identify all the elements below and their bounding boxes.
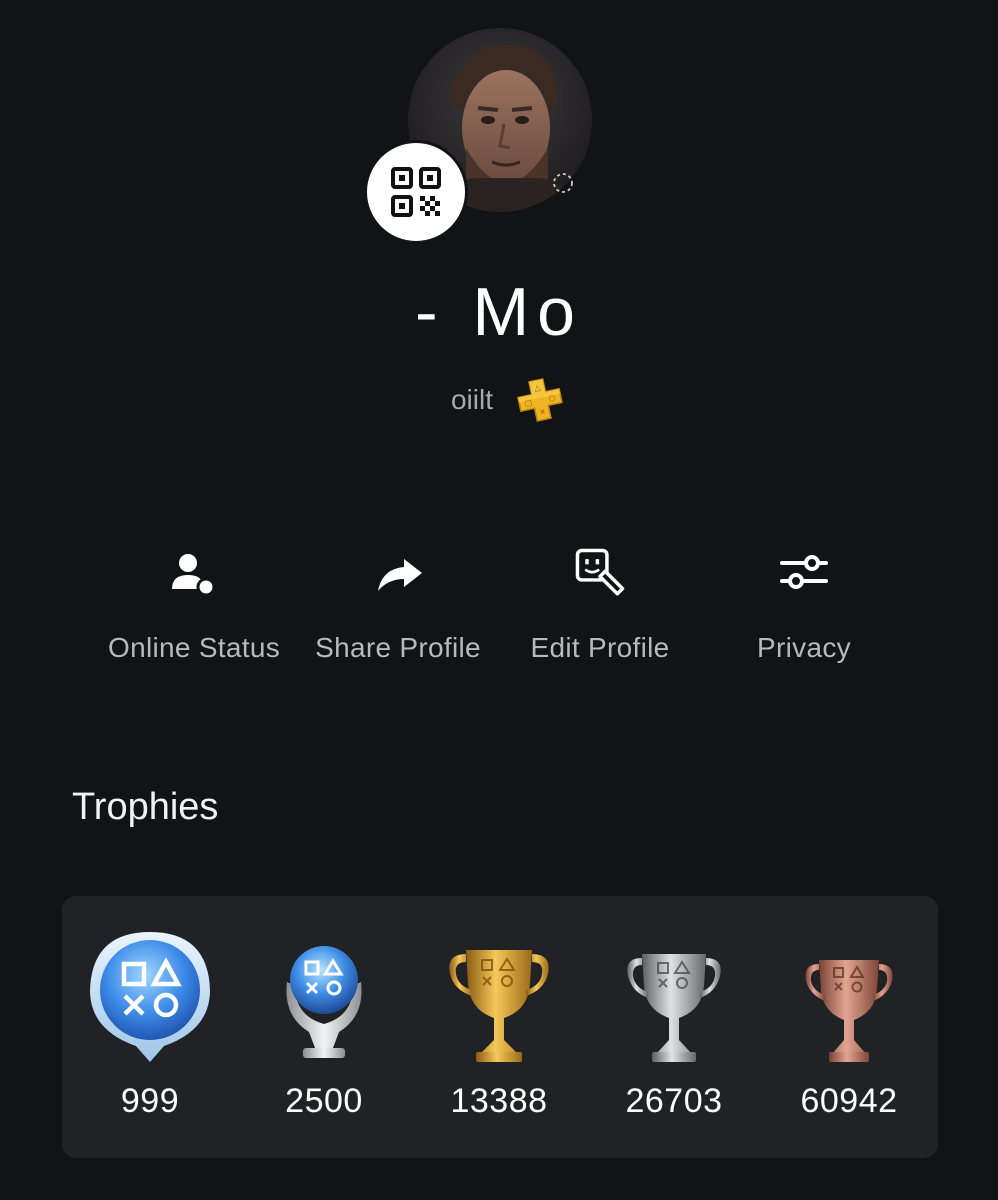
trophy-level-count: 999 (120, 1082, 180, 1120)
trophy-silver-count: 26703 (625, 1082, 723, 1120)
trophy-bronze[interactable]: 60942 (761, 926, 937, 1136)
online-id-row: oiilt △ ○ ✕ □ (10, 376, 998, 424)
user-status-icon (168, 542, 220, 604)
sliders-icon (778, 542, 830, 604)
playstation-plus-icon: △ ○ ✕ □ (517, 378, 563, 422)
qr-code-button[interactable] (364, 140, 468, 244)
privacy-button[interactable]: Privacy (704, 536, 904, 676)
qr-code-icon (391, 167, 441, 217)
privacy-label: Privacy (757, 632, 851, 663)
trophy-platinum[interactable]: 2500 (236, 926, 412, 1136)
offline-status-icon (553, 173, 573, 193)
trophy-platinum-count: 2500 (285, 1082, 363, 1120)
platinum-trophy-icon (286, 946, 362, 1058)
trophy-summary-card[interactable]: 999 2500 13388 26703 60942 (62, 896, 938, 1158)
online-id: oiilt (450, 384, 493, 415)
share-arrow-icon (372, 542, 424, 604)
edit-profile-button[interactable]: Edit Profile (500, 536, 700, 676)
edit-avatar-icon (574, 542, 626, 604)
trophy-gold-count: 13388 (450, 1082, 548, 1120)
display-name: - Mo (415, 274, 583, 350)
trophy-bronze-count: 60942 (800, 1082, 898, 1120)
share-profile-button[interactable]: Share Profile (298, 536, 498, 676)
bronze-trophy-icon (805, 960, 893, 1062)
online-status-button[interactable]: Online Status (94, 536, 294, 676)
gold-trophy-icon (449, 950, 549, 1062)
trophy-silver[interactable]: 26703 (586, 926, 762, 1136)
trophy-level-icon (90, 932, 210, 1062)
trophy-level[interactable]: 999 (62, 926, 238, 1136)
silver-trophy-icon (627, 954, 721, 1062)
profile-actions: Online Status Share Profile Edit Profile (0, 536, 998, 676)
trophy-gold[interactable]: 13388 (411, 926, 587, 1136)
trophies-heading: Trophies (72, 786, 219, 828)
